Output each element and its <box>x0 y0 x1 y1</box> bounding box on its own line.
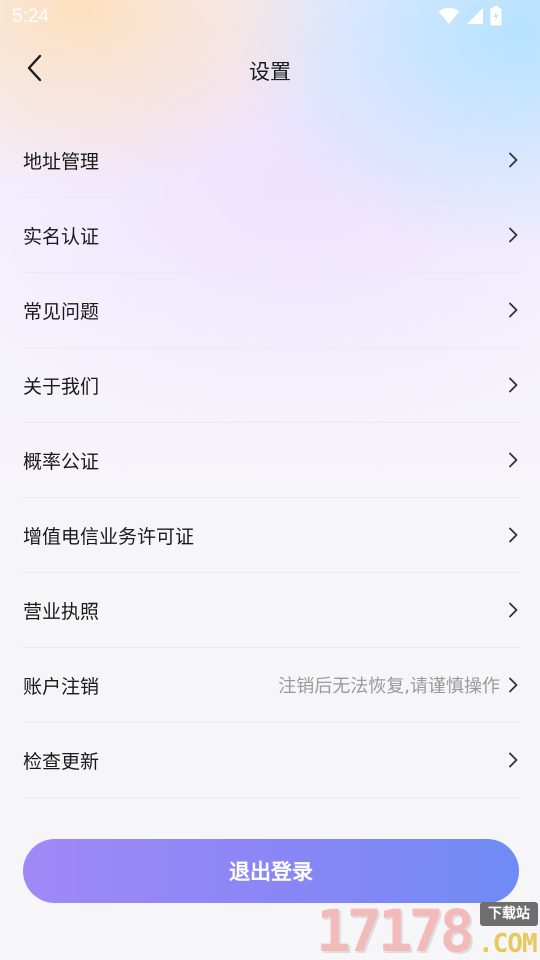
site-watermark-logo: 17178 下载站 .COM <box>316 900 540 960</box>
status-bar: 5:24 <box>0 0 540 36</box>
menu-item-right <box>506 151 520 169</box>
menu-item-label: 营业执照 <box>23 600 100 623</box>
menu-item-probability-notarization[interactable]: 概率公证 <box>23 423 520 498</box>
menu-item-label: 实名认证 <box>23 225 100 248</box>
menu-item-right <box>506 376 520 394</box>
menu-item-faq[interactable]: 常见问题 <box>23 273 520 348</box>
menu-item-label: 账户注销 <box>23 675 100 698</box>
chevron-right-icon <box>506 676 520 694</box>
top-nav-bar: 设置 <box>0 40 540 100</box>
watermark-digits: 17178 <box>316 897 475 960</box>
battery-icon <box>490 6 502 30</box>
menu-item-address[interactable]: 地址管理 <box>23 123 520 198</box>
chevron-right-icon <box>506 376 520 394</box>
menu-item-telecom-license[interactable]: 增值电信业务许可证 <box>23 498 520 573</box>
page-title: 设置 <box>249 60 291 84</box>
menu-item-label: 概率公证 <box>23 450 100 473</box>
logout-button[interactable]: 退出登录 <box>23 839 519 903</box>
watermark-domain: .COM <box>478 929 538 959</box>
chevron-right-icon <box>506 526 520 544</box>
chevron-right-icon <box>506 451 520 469</box>
chevron-right-icon <box>506 751 520 769</box>
watermark-tag: 下载站 <box>480 902 538 926</box>
menu-item-right <box>506 601 520 619</box>
menu-item-label: 增值电信业务许可证 <box>23 525 195 548</box>
menu-item-business-license[interactable]: 营业执照 <box>23 573 520 648</box>
menu-item-right <box>506 226 520 244</box>
menu-item-label: 地址管理 <box>23 150 100 173</box>
menu-item-label: 常见问题 <box>23 300 100 323</box>
logout-button-label: 退出登录 <box>229 860 313 884</box>
menu-item-right: 注销后无法恢复,请谨慎操作 <box>278 672 520 698</box>
menu-item-about-us[interactable]: 关于我们 <box>23 348 520 423</box>
menu-item-real-name-auth[interactable]: 实名认证 <box>23 198 520 273</box>
menu-item-account-cancellation[interactable]: 账户注销 注销后无法恢复,请谨慎操作 <box>23 648 520 723</box>
cell-signal-icon <box>466 7 484 29</box>
chevron-right-icon <box>506 226 520 244</box>
menu-item-label: 关于我们 <box>23 375 100 398</box>
status-time: 5:24 <box>12 6 49 27</box>
menu-item-label: 检查更新 <box>23 750 100 773</box>
chevron-right-icon <box>506 601 520 619</box>
chevron-right-icon <box>506 301 520 319</box>
wifi-icon <box>438 7 460 29</box>
status-icons <box>438 6 502 30</box>
menu-item-hint: 注销后无法恢复,请谨慎操作 <box>278 676 500 697</box>
menu-item-right <box>506 751 520 769</box>
menu-item-right <box>506 301 520 319</box>
settings-menu: 地址管理 实名认证 常见问题 关于我们 概率公证 增值电信业务许可证 营业执照 … <box>23 123 520 798</box>
menu-item-right <box>506 526 520 544</box>
menu-item-check-update[interactable]: 检查更新 <box>23 723 520 798</box>
menu-item-right <box>506 451 520 469</box>
chevron-right-icon <box>506 151 520 169</box>
